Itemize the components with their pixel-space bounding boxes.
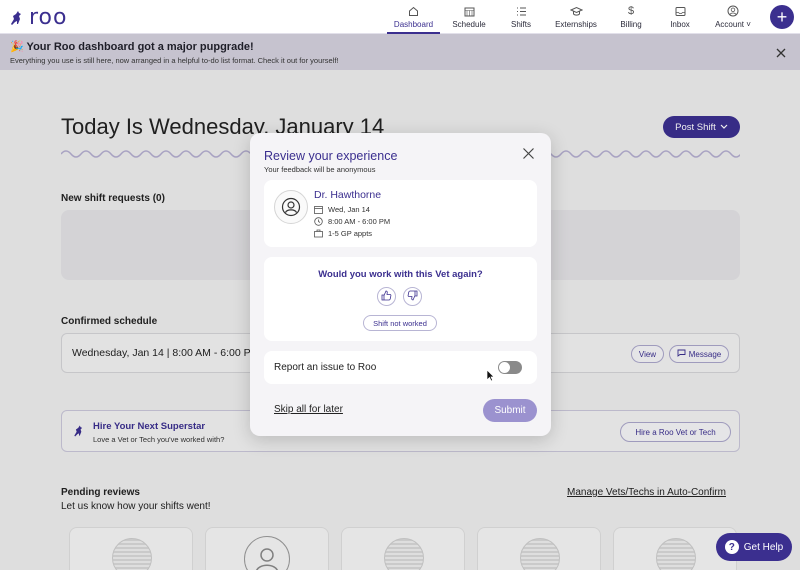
- appointment-count: 1-5 GP appts: [328, 229, 373, 238]
- mouse-cursor-icon: [486, 369, 495, 382]
- modal-subtitle: Your feedback will be anonymous: [264, 165, 376, 174]
- work-again-question: Would you work with this Vet again?: [318, 269, 483, 280]
- graduation-cap-icon: [569, 4, 583, 18]
- get-help-button[interactable]: ? Get Help: [716, 533, 792, 561]
- shift-not-worked-button[interactable]: Shift not worked: [363, 315, 437, 331]
- inbox-icon: [675, 4, 686, 18]
- add-button[interactable]: +: [770, 5, 794, 29]
- calendar-icon: [314, 205, 323, 214]
- dollar-icon: $: [627, 5, 635, 17]
- nav-label: Schedule: [452, 20, 486, 29]
- vet-info-panel: Dr. Hawthorne Wed, Jan 14 8:00 AM - 6:00…: [264, 180, 537, 247]
- report-issue-toggle[interactable]: [498, 361, 522, 374]
- banner-title: 🎉 Your Roo dashboard got a major pupgrad…: [10, 41, 254, 53]
- nav-label: Account: [715, 20, 744, 29]
- close-icon[interactable]: [522, 147, 536, 161]
- nav-inbox[interactable]: Inbox: [666, 4, 694, 34]
- top-nav: roo Dashboard Schedule Shifts Externship…: [0, 0, 800, 34]
- thumbs-down-button[interactable]: [403, 287, 422, 306]
- nav-label: Externships: [555, 20, 597, 29]
- list-icon: [516, 4, 527, 18]
- modal-title: Review your experience: [264, 149, 398, 163]
- report-issue-panel: Report an issue to Roo: [264, 351, 537, 384]
- user-avatar-icon: [274, 190, 308, 224]
- shift-date: Wed, Jan 14: [328, 205, 370, 214]
- submit-button[interactable]: Submit: [483, 399, 537, 422]
- nav-label: Inbox: [670, 20, 690, 29]
- nav-externships[interactable]: Externships: [552, 4, 600, 34]
- question-icon: ?: [724, 540, 739, 554]
- toggle-knob: [499, 362, 510, 373]
- calendar-icon: [464, 4, 475, 18]
- nav-schedule[interactable]: Schedule: [448, 4, 490, 34]
- logo-text: roo: [29, 5, 68, 30]
- chevron-down-icon: ˅: [746, 20, 751, 29]
- home-icon: [408, 4, 419, 18]
- kangaroo-icon: [11, 10, 21, 25]
- roo-logo[interactable]: roo: [8, 5, 67, 30]
- vet-name: Dr. Hawthorne: [314, 189, 382, 201]
- thumbs-down-icon: [407, 288, 418, 306]
- shift-time: 8:00 AM - 6:00 PM: [328, 217, 391, 226]
- thumbs-up-icon: [381, 288, 392, 306]
- nav-label: Billing: [620, 20, 642, 29]
- nav-dashboard[interactable]: Dashboard: [387, 4, 440, 34]
- report-issue-label: Report an issue to Roo: [274, 362, 377, 373]
- nav-shifts[interactable]: Shifts: [505, 4, 537, 34]
- upgrade-banner: 🎉 Your Roo dashboard got a major pupgrad…: [0, 34, 800, 70]
- get-help-label: Get Help: [743, 541, 784, 553]
- nav-label: Shifts: [510, 20, 531, 29]
- skip-all-link[interactable]: Skip all for later: [274, 404, 343, 415]
- user-circle-icon: [727, 4, 739, 18]
- review-modal: Review your experience Your feedback wil…: [250, 133, 551, 436]
- briefcase-icon: [314, 229, 323, 238]
- nav-account[interactable]: Account ˅: [712, 4, 754, 34]
- close-icon[interactable]: [776, 45, 786, 61]
- work-again-panel: Would you work with this Vet again? Shif…: [264, 257, 537, 341]
- nav-label: Dashboard: [393, 20, 434, 29]
- nav-billing[interactable]: $ Billing: [617, 4, 645, 34]
- thumbs-up-button[interactable]: [377, 287, 396, 306]
- clock-icon: [314, 217, 323, 226]
- banner-subtitle: Everything you use is still here, now ar…: [10, 56, 339, 65]
